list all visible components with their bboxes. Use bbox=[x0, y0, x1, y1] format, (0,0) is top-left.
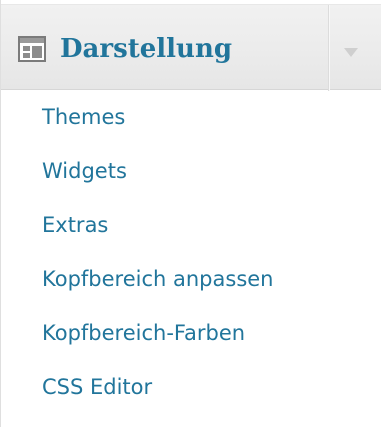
submenu-link-custom-header[interactable]: Kopfbereich anpassen bbox=[42, 252, 274, 306]
submenu-link-css-editor[interactable]: CSS Editor bbox=[42, 360, 152, 414]
appearance-menu: Darstellung Themes Widgets Extras Kopfbe… bbox=[0, 0, 381, 427]
appearance-icon bbox=[18, 36, 46, 62]
menu-header[interactable]: Darstellung bbox=[1, 4, 381, 91]
submenu-link-themes[interactable]: Themes bbox=[42, 90, 125, 144]
submenu-item-extras: Extras bbox=[1, 198, 381, 252]
submenu-link-extras[interactable]: Extras bbox=[42, 198, 108, 252]
submenu-item-themes: Themes bbox=[1, 90, 381, 144]
submenu: Themes Widgets Extras Kopfbereich anpass… bbox=[1, 90, 381, 414]
submenu-item-header-colors: Kopfbereich-Farben bbox=[1, 306, 381, 360]
toggle-divider bbox=[328, 5, 329, 91]
submenu-item-widgets: Widgets bbox=[1, 144, 381, 198]
submenu-link-header-colors[interactable]: Kopfbereich-Farben bbox=[42, 306, 245, 360]
triangle-down-icon[interactable] bbox=[342, 46, 360, 58]
submenu-item-css-editor: CSS Editor bbox=[1, 360, 381, 414]
submenu-item-custom-header: Kopfbereich anpassen bbox=[1, 252, 381, 306]
submenu-link-widgets[interactable]: Widgets bbox=[42, 144, 127, 198]
menu-title[interactable]: Darstellung bbox=[60, 27, 232, 71]
